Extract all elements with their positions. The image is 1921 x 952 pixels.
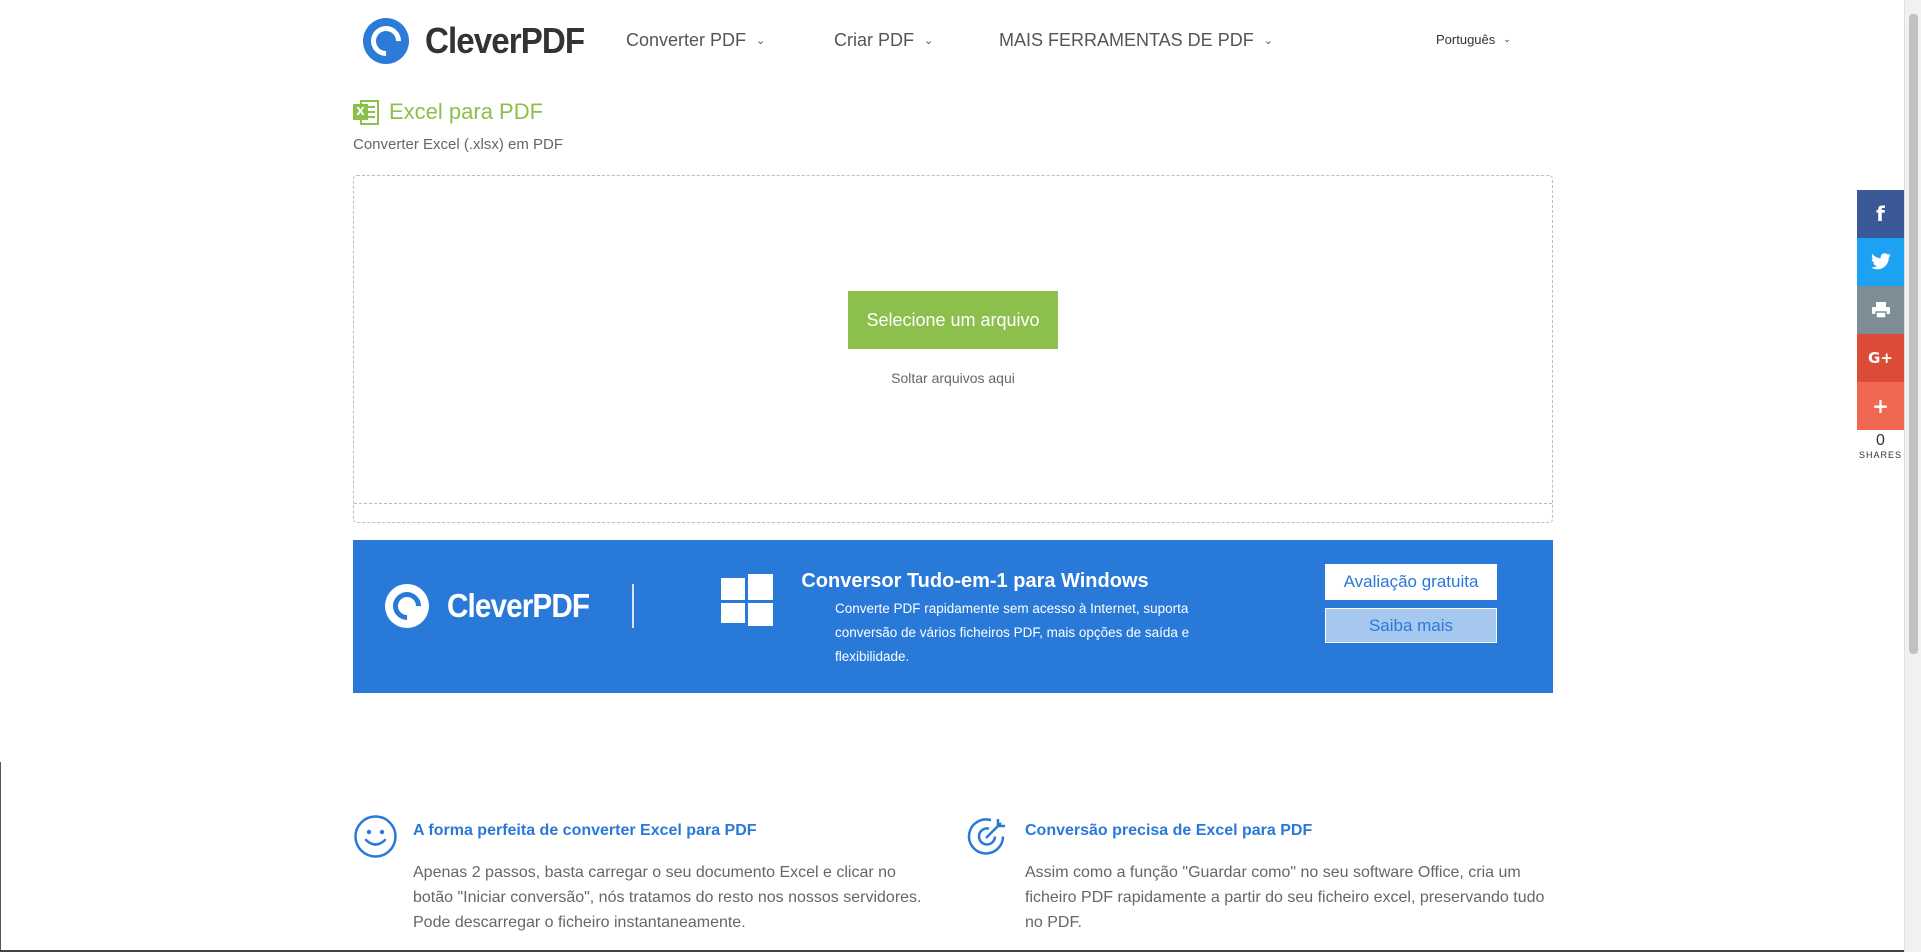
facebook-share-button[interactable]: f [1857, 190, 1904, 238]
chevron-down-icon: ⌄ [1263, 35, 1273, 47]
twitter-icon [1870, 253, 1891, 270]
chevron-down-icon: ⌄ [756, 35, 766, 47]
page-title: Excel para PDF [389, 99, 544, 124]
twitter-share-button[interactable] [1857, 238, 1904, 286]
chevron-down-icon: ⌄ [1503, 34, 1511, 44]
file-drop-zone[interactable]: Selecione um arquivo Soltar arquivos aqu… [353, 175, 1553, 523]
language-selector[interactable]: Português ⌄ [1436, 32, 1511, 47]
excel-icon: X [353, 99, 379, 125]
print-icon [1871, 302, 1890, 319]
select-file-button[interactable]: Selecione um arquivo [848, 291, 1058, 349]
feature-text: Assim como a função "Guardar como" no se… [1025, 864, 1545, 931]
feature-title: Conversão precisa de Excel para PDF [1025, 822, 1313, 839]
page-subtitle: Converter Excel (.xlsx) em PDF [353, 136, 564, 153]
drop-hint: Soltar arquivos aqui [891, 370, 1015, 386]
cleverpdf-logo-icon [385, 584, 429, 628]
scrollbar-thumb[interactable] [1909, 14, 1918, 654]
share-count: 0 [1876, 432, 1885, 449]
banner-description: Converte PDF rapidamente sem acesso à In… [835, 601, 1190, 664]
banner-divider [632, 584, 634, 628]
googleplus-icon: G+ [1868, 349, 1893, 367]
plus-icon: + [1872, 394, 1889, 418]
windows-promo-banner: CleverPDF Conversor Tudo-em-1 para Windo… [353, 540, 1553, 693]
target-icon [967, 818, 1005, 855]
window-edge [0, 762, 1, 952]
facebook-icon: f [1876, 202, 1885, 226]
page-title-row: X Excel para PDF [353, 99, 543, 125]
feature-text: Apenas 2 passos, basta carregar o seu do… [413, 864, 922, 931]
nav-converter-pdf[interactable]: Converter PDF ⌄ [626, 30, 765, 51]
nav-criar-pdf[interactable]: Criar PDF ⌄ [834, 30, 933, 51]
learn-more-button[interactable]: Saiba mais [1325, 608, 1497, 643]
cleverpdf-logo[interactable]: CleverPDF [363, 18, 598, 64]
googleplus-share-button[interactable]: G+ [1857, 334, 1904, 382]
nav-label: Converter PDF [626, 30, 747, 50]
banner-logo: CleverPDF [385, 584, 605, 628]
nav-label: Criar PDF [834, 30, 914, 50]
dropzone-divider [354, 503, 1552, 504]
free-trial-button[interactable]: Avaliação gratuita [1325, 564, 1497, 600]
page-scrollbar[interactable] [1904, 0, 1921, 952]
more-share-button[interactable]: + [1857, 382, 1904, 430]
feature-title: A forma perfeita de converter Excel para… [413, 822, 757, 839]
social-share-bar: f G+ + 0 SHARES [1857, 190, 1904, 460]
print-button[interactable] [1857, 286, 1904, 334]
banner-title: Conversor Tudo-em-1 para Windows [801, 570, 1149, 592]
language-label: Português [1436, 32, 1496, 47]
chevron-down-icon: ⌄ [924, 35, 934, 47]
windows-icon [721, 574, 773, 626]
brand-name: CleverPDF [425, 20, 585, 61]
smiley-icon [354, 815, 397, 858]
nav-mais-ferramentas[interactable]: MAIS FERRAMENTAS DE PDF ⌄ [999, 30, 1273, 51]
share-count-label: SHARES [1858, 450, 1902, 460]
nav-label: MAIS FERRAMENTAS DE PDF [999, 30, 1254, 50]
cleverpdf-logo-icon [363, 18, 409, 64]
banner-brand: CleverPDF [447, 587, 590, 624]
